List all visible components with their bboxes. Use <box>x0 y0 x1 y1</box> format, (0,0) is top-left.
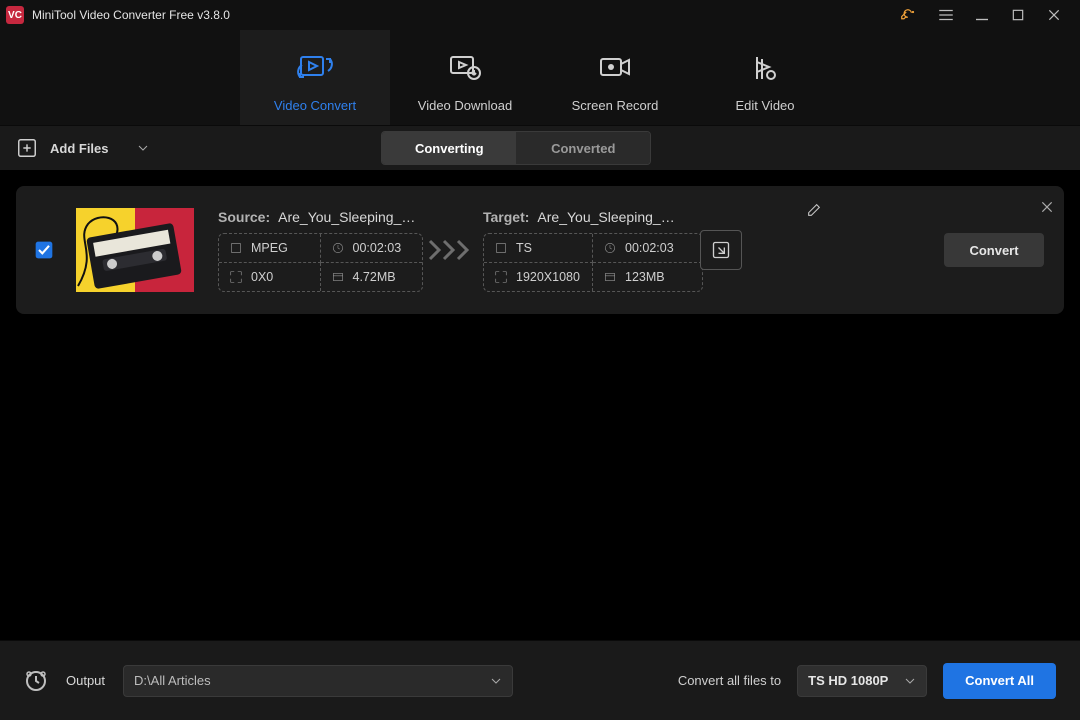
add-files-button[interactable]: Add Files <box>16 137 149 159</box>
source-size: 4.72MB <box>353 270 396 284</box>
tab-screen-record[interactable]: Screen Record <box>540 30 690 125</box>
convert-all-label: Convert all files to <box>678 673 781 688</box>
tab-video-download[interactable]: Video Download <box>390 30 540 125</box>
target-resolution: 1920X1080 <box>516 270 580 284</box>
tab-label: Video Convert <box>274 98 356 113</box>
toolbar: Add Files Converting Converted <box>0 125 1080 170</box>
convert-icon <box>297 48 333 88</box>
source-format: MPEG <box>251 241 288 255</box>
minimize-button[interactable] <box>964 0 1000 30</box>
task-list: Source: Are_You_Sleeping_In... MPEG 00:0… <box>0 170 1080 314</box>
target-preset-value: TS HD 1080P <box>808 673 888 688</box>
app-icon: VC <box>6 6 24 24</box>
chevron-down-icon <box>490 675 502 687</box>
tab-label: Screen Record <box>572 98 659 113</box>
target-label: Target: <box>483 209 529 225</box>
target-format: TS <box>516 241 532 255</box>
app-title: MiniTool Video Converter Free v3.8.0 <box>32 8 230 22</box>
tab-video-convert[interactable]: Video Convert <box>240 30 390 125</box>
add-files-label: Add Files <box>50 141 109 156</box>
target-size: 123MB <box>625 270 665 284</box>
edit-target-icon[interactable] <box>806 202 822 218</box>
output-folder-select[interactable]: D:\All Articles <box>123 665 513 697</box>
remove-task-button[interactable] <box>1040 200 1054 214</box>
output-path: D:\All Articles <box>134 673 211 688</box>
maximize-button[interactable] <box>1000 0 1036 30</box>
download-icon <box>448 48 482 88</box>
titlebar: VC MiniTool Video Converter Free v3.8.0 <box>0 0 1080 30</box>
target-duration: 00:02:03 <box>625 241 674 255</box>
history-icon[interactable] <box>24 669 48 693</box>
subtabs: Converting Converted <box>381 131 651 165</box>
convert-button[interactable]: Convert <box>944 233 1044 267</box>
chevron-down-icon <box>904 675 916 687</box>
edit-video-icon <box>750 48 780 88</box>
target-settings-button[interactable] <box>700 230 742 270</box>
video-thumbnail[interactable] <box>76 208 194 292</box>
upgrade-key-icon[interactable] <box>892 0 928 30</box>
tab-label: Edit Video <box>735 98 794 113</box>
source-filename: Are_You_Sleeping_In... <box>278 209 418 225</box>
source-spec: Source: Are_You_Sleeping_In... MPEG 00:0… <box>218 209 423 292</box>
task-checkbox[interactable] <box>34 240 54 260</box>
convert-all-button[interactable]: Convert All <box>943 663 1056 699</box>
source-resolution: 0X0 <box>251 270 273 284</box>
record-icon <box>598 48 632 88</box>
target-filename: Are_You_Sleeping_In... <box>537 209 677 225</box>
close-button[interactable] <box>1036 0 1072 30</box>
tab-edit-video[interactable]: Edit Video <box>690 30 840 125</box>
tab-label: Video Download <box>418 98 512 113</box>
source-label: Source: <box>218 209 270 225</box>
task-row: Source: Are_You_Sleeping_In... MPEG 00:0… <box>16 186 1064 314</box>
output-label: Output <box>66 673 105 688</box>
module-tabs: Video Convert Video Download Screen Reco… <box>0 30 1080 125</box>
bottombar: Output D:\All Articles Convert all files… <box>0 640 1080 720</box>
subtab-converted[interactable]: Converted <box>516 132 650 164</box>
chevron-down-icon[interactable] <box>137 142 149 154</box>
target-preset-select[interactable]: TS HD 1080P <box>797 665 927 697</box>
target-spec: Target: Are_You_Sleeping_In... TS 00:02:… <box>483 209 688 292</box>
arrow-icon <box>423 239 483 261</box>
add-files-plus-icon <box>16 137 38 159</box>
menu-button[interactable] <box>928 0 964 30</box>
source-duration: 00:02:03 <box>353 241 402 255</box>
subtab-converting[interactable]: Converting <box>382 132 516 164</box>
